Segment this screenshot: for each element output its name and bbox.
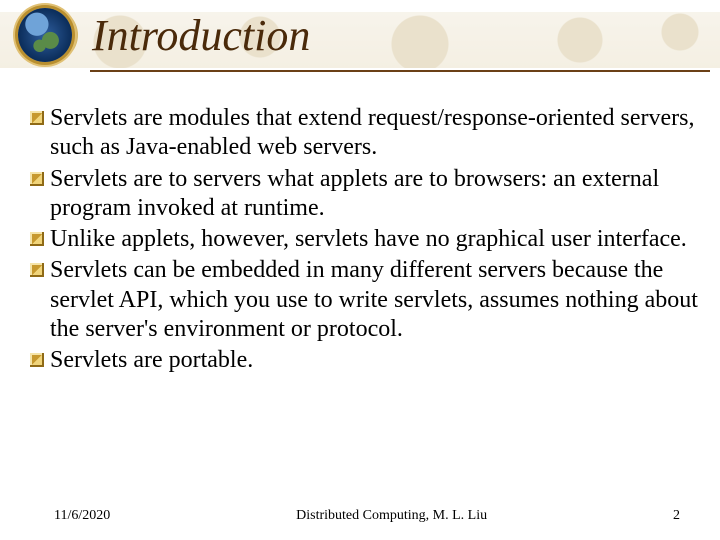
bullet-icon <box>30 232 44 246</box>
bullet-icon <box>30 353 44 367</box>
bullet-list: Servlets are modules that extend request… <box>30 104 702 377</box>
bullet-icon <box>30 172 44 186</box>
bullet-text: Servlets are to servers what applets are… <box>50 165 702 224</box>
footer-date: 11/6/2020 <box>54 508 110 524</box>
list-item: Servlets are modules that extend request… <box>30 104 702 163</box>
footer-center: Distributed Computing, M. L. Liu <box>296 508 487 524</box>
bullet-text: Unlike applets, however, servlets have n… <box>50 225 687 254</box>
list-item: Servlets can be embedded in many differe… <box>30 256 702 344</box>
globe-icon <box>18 8 72 62</box>
title-underline <box>90 70 710 72</box>
footer-page: 2 <box>673 508 680 524</box>
bullet-icon <box>30 263 44 277</box>
bullet-text: Servlets can be embedded in many differe… <box>50 256 702 344</box>
title-row: Introduction <box>18 8 310 62</box>
slide-footer: 11/6/2020 Distributed Computing, M. L. L… <box>0 508 720 524</box>
bullet-text: Servlets are modules that extend request… <box>50 104 702 163</box>
list-item: Servlets are portable. <box>30 346 702 375</box>
list-item: Unlike applets, however, servlets have n… <box>30 225 702 254</box>
list-item: Servlets are to servers what applets are… <box>30 165 702 224</box>
bullet-icon <box>30 111 44 125</box>
bullet-text: Servlets are portable. <box>50 346 253 375</box>
slide-title: Introduction <box>92 10 310 61</box>
